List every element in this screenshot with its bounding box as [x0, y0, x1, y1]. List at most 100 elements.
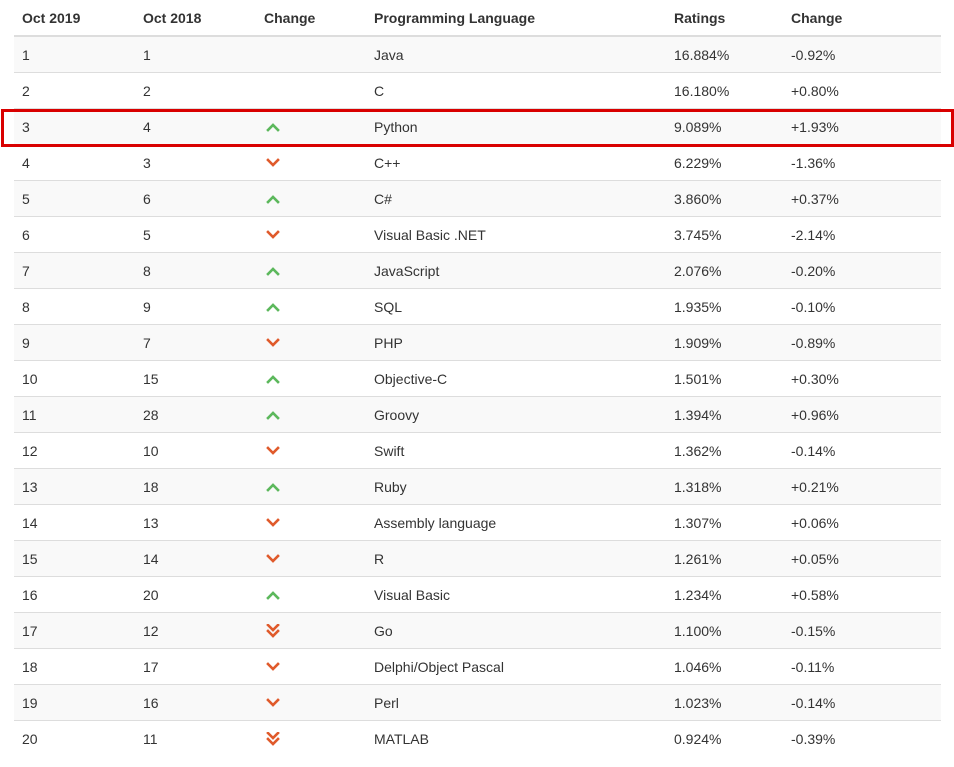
language-name: MATLAB [366, 720, 666, 756]
trend-cell [256, 360, 366, 397]
change-value: +1.93% [783, 108, 941, 145]
rating-value: 16.884% [666, 35, 783, 73]
header-change-trend: Change [256, 0, 366, 37]
change-value: +0.06% [783, 504, 941, 541]
rank-2019: 8 [14, 288, 135, 325]
change-value: -0.89% [783, 324, 941, 361]
trend-cell [256, 180, 366, 217]
trend-cell [256, 108, 366, 145]
chevron-down-icon [266, 517, 280, 527]
chevron-up-icon [266, 122, 280, 132]
rating-value: 1.046% [666, 648, 783, 685]
chevron-down-icon [266, 229, 280, 239]
rank-2019: 20 [14, 720, 135, 756]
rank-2018: 12 [135, 612, 256, 649]
language-name: C++ [366, 144, 666, 181]
table-row: 10 15 Objective-C 1.501% +0.30% [14, 360, 941, 397]
trend-cell [256, 684, 366, 721]
language-name: Go [366, 612, 666, 649]
change-value: -0.92% [783, 35, 941, 73]
double-chevron-up-icon [266, 410, 280, 420]
table-row: 1 1 Java 16.884% -0.92% [14, 35, 941, 73]
rank-2019: 6 [14, 216, 135, 253]
rating-value: 1.100% [666, 612, 783, 649]
table-row: 2 2 C 16.180% +0.80% [14, 72, 941, 109]
chevron-down-icon [266, 445, 280, 455]
chevron-up-icon [266, 266, 280, 276]
ranking-table: Oct 2019 Oct 2018 Change Programming Lan… [14, 0, 941, 756]
trend-cell [256, 252, 366, 289]
rank-2018: 5 [135, 216, 256, 253]
change-value: +0.21% [783, 468, 941, 505]
language-name: R [366, 540, 666, 577]
language-name: Groovy [366, 396, 666, 433]
chevron-down-icon [266, 661, 280, 671]
table-row: 6 5 Visual Basic .NET 3.745% -2.14% [14, 216, 941, 253]
rating-value: 1.234% [666, 576, 783, 613]
rank-2018: 16 [135, 684, 256, 721]
trend-cell [256, 288, 366, 325]
table-row: 12 10 Swift 1.362% -0.14% [14, 432, 941, 469]
change-value: -2.14% [783, 216, 941, 253]
rank-2018: 7 [135, 324, 256, 361]
rating-value: 1.261% [666, 540, 783, 577]
rank-2018: 17 [135, 648, 256, 685]
rank-2018: 15 [135, 360, 256, 397]
table-header: Oct 2019 Oct 2018 Change Programming Lan… [14, 0, 941, 37]
rank-2018: 1 [135, 35, 256, 73]
rank-2018: 8 [135, 252, 256, 289]
trend-cell [256, 144, 366, 181]
language-name: Ruby [366, 468, 666, 505]
change-value: -0.20% [783, 252, 941, 289]
header-programming-language: Programming Language [366, 0, 666, 37]
header-ratings: Ratings [666, 0, 783, 37]
change-value: -0.15% [783, 612, 941, 649]
rank-2019: 4 [14, 144, 135, 181]
rank-2018: 2 [135, 72, 256, 109]
chevron-down-icon [266, 697, 280, 707]
rank-2018: 10 [135, 432, 256, 469]
rating-value: 3.745% [666, 216, 783, 253]
rank-2019: 18 [14, 648, 135, 685]
rank-2018: 14 [135, 540, 256, 577]
header-change-percent: Change [783, 0, 941, 37]
table-row: 3 4 Python 9.089% +1.93% [14, 108, 941, 145]
language-name: Swift [366, 432, 666, 469]
header-oct-2019: Oct 2019 [14, 0, 135, 37]
table-row: 11 28 Groovy 1.394% +0.96% [14, 396, 941, 433]
table-row: 4 3 C++ 6.229% -1.36% [14, 144, 941, 181]
rank-2019: 3 [14, 108, 135, 145]
rank-2019: 16 [14, 576, 135, 613]
rank-2018: 4 [135, 108, 256, 145]
language-name: Objective-C [366, 360, 666, 397]
change-value: +0.58% [783, 576, 941, 613]
language-name: Assembly language [366, 504, 666, 541]
rating-value: 3.860% [666, 180, 783, 217]
language-name: PHP [366, 324, 666, 361]
table-row: 8 9 SQL 1.935% -0.10% [14, 288, 941, 325]
table-row: 18 17 Delphi/Object Pascal 1.046% -0.11% [14, 648, 941, 685]
chevron-down-icon [266, 337, 280, 347]
rating-value: 1.935% [666, 288, 783, 325]
change-value: -0.14% [783, 432, 941, 469]
rank-2019: 12 [14, 432, 135, 469]
double-chevron-up-icon [266, 374, 280, 384]
language-name: SQL [366, 288, 666, 325]
rank-2018: 20 [135, 576, 256, 613]
chevron-down-icon [266, 553, 280, 563]
rank-2019: 10 [14, 360, 135, 397]
change-value: -0.14% [783, 684, 941, 721]
double-chevron-up-icon [266, 590, 280, 600]
rating-value: 9.089% [666, 108, 783, 145]
double-chevron-down-icon [266, 623, 280, 638]
trend-cell [256, 35, 366, 73]
language-name: C [366, 72, 666, 109]
chevron-up-icon [266, 194, 280, 204]
table-row: 7 8 JavaScript 2.076% -0.20% [14, 252, 941, 289]
trend-cell [256, 216, 366, 253]
trend-cell [256, 324, 366, 361]
language-name: Java [366, 35, 666, 73]
table-row: 14 13 Assembly language 1.307% +0.06% [14, 504, 941, 541]
change-value: +0.05% [783, 540, 941, 577]
rating-value: 1.394% [666, 396, 783, 433]
